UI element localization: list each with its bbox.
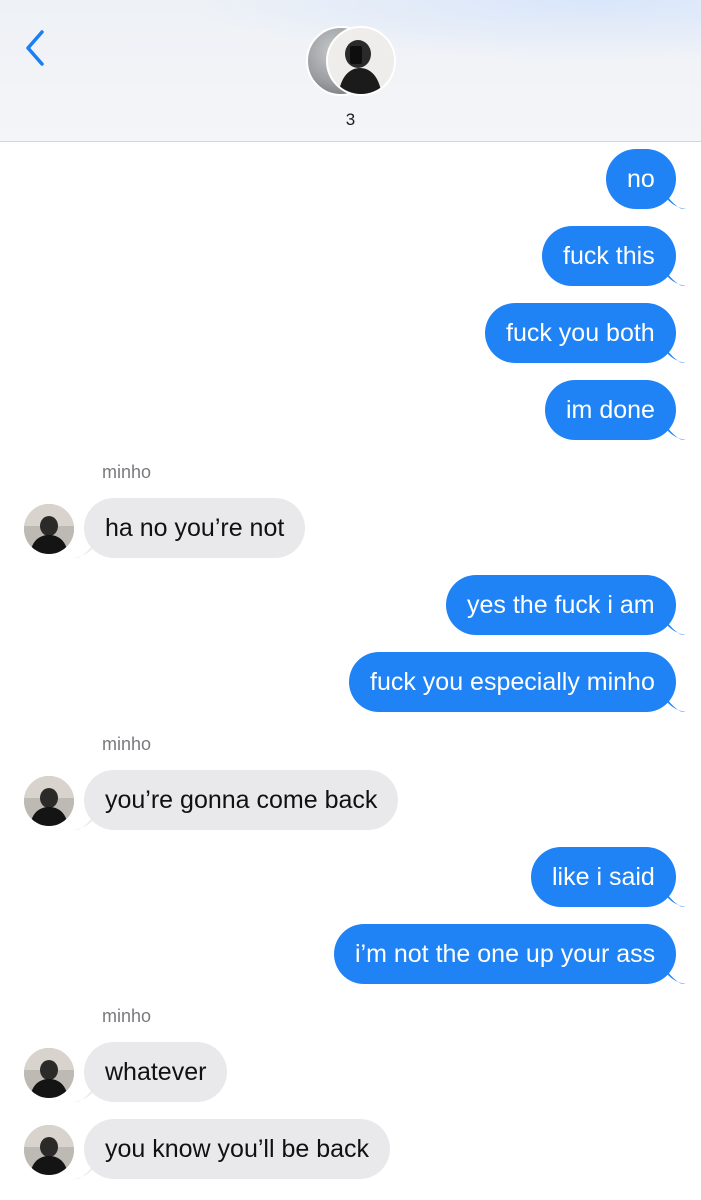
bubble-tail [74, 807, 100, 830]
sent-message-bubble[interactable]: fuck this [542, 226, 676, 286]
bubble-tail [74, 1079, 100, 1102]
participant-avatar [326, 26, 396, 96]
bubble-tail [660, 263, 686, 286]
back-button[interactable] [14, 26, 54, 70]
sent-message-bubble[interactable]: fuck you especially minho [349, 652, 676, 712]
sender-name: minho [102, 734, 152, 754]
chevron-left-icon [26, 30, 44, 66]
contact-avatar[interactable] [24, 776, 74, 826]
received-message-bubble[interactable]: you know you’ll be back [84, 1119, 391, 1179]
received-message-bubble[interactable]: ha no you’re not [84, 498, 306, 558]
received-message-bubble[interactable]: whatever [84, 1042, 228, 1102]
sender-name: minho [102, 462, 152, 482]
conversation-header: 3 [0, 0, 701, 142]
bubble-tail [660, 186, 686, 209]
sent-message-bubble[interactable]: yes the fuck i am [446, 575, 676, 635]
contact-avatar[interactable] [24, 1048, 74, 1098]
contact-avatar[interactable] [24, 504, 74, 554]
bubble-tail [660, 612, 686, 635]
sent-message-bubble[interactable]: im done [545, 380, 676, 440]
sent-message-bubble[interactable]: like i said [531, 847, 676, 907]
bubble-tail [660, 689, 686, 712]
bubble-tail [74, 535, 100, 558]
sender-name: minho [102, 1006, 152, 1026]
contact-avatar[interactable] [24, 1125, 74, 1175]
received-message-bubble[interactable]: you’re gonna come back [84, 770, 399, 830]
bubble-tail [660, 884, 686, 907]
group-avatar-stack[interactable] [304, 26, 396, 98]
person-silhouette-icon [328, 28, 394, 94]
participant-count[interactable]: 3 [0, 110, 701, 130]
header-glow [181, 0, 701, 60]
sent-message-bubble[interactable]: fuck you both [485, 303, 676, 363]
bubble-tail [660, 417, 686, 440]
bubble-tail [660, 340, 686, 363]
bubble-tail [74, 1156, 100, 1179]
bubble-tail [660, 961, 686, 984]
sent-message-bubble[interactable]: i’m not the one up your ass [334, 924, 677, 984]
